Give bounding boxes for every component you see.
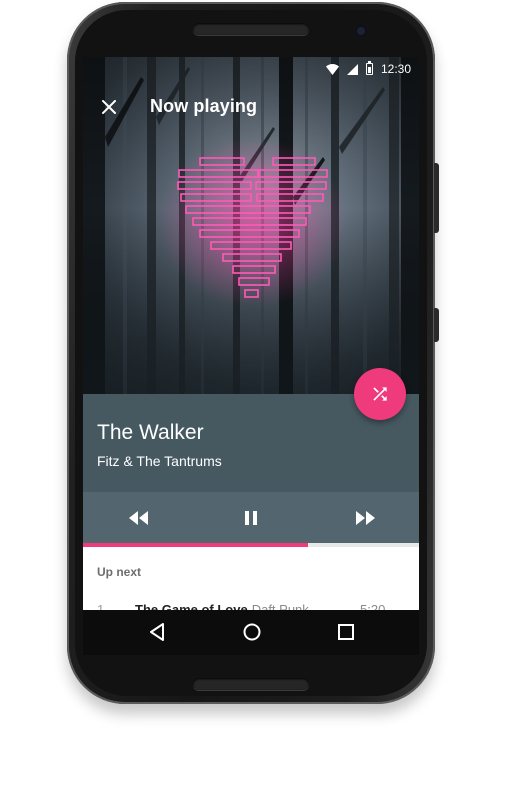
- rewind-icon: [129, 511, 148, 525]
- page-title: Now playing: [150, 96, 258, 116]
- top-speaker: [193, 23, 309, 35]
- playback-controls: [83, 492, 419, 543]
- pause-button[interactable]: [239, 506, 263, 530]
- shuffle-icon: [373, 387, 387, 401]
- close-icon: [102, 100, 116, 114]
- app-bar: Now playing: [83, 81, 419, 129]
- bottom-speaker: [193, 678, 309, 690]
- back-icon[interactable]: [148, 622, 168, 642]
- status-time: 12:30: [380, 62, 411, 76]
- home-icon[interactable]: [242, 622, 262, 642]
- track-artist: Fitz & The Tantrums: [97, 453, 222, 469]
- fast-forward-button[interactable]: [353, 506, 377, 530]
- front-camera: [355, 25, 367, 37]
- power-button: [434, 163, 439, 233]
- phone-screen: 12:30 Now playing The Walker Fitz & The …: [83, 57, 419, 655]
- volume-button: [434, 308, 439, 342]
- battery-icon: [365, 61, 373, 75]
- recents-icon[interactable]: [336, 622, 356, 642]
- status-bar: 12:30: [83, 57, 419, 81]
- fast-forward-icon: [356, 511, 375, 525]
- up-next-header: Up next: [97, 565, 142, 579]
- shuffle-button[interactable]: [354, 368, 406, 420]
- navigation-bar: [83, 610, 419, 655]
- signal-icon: [346, 63, 358, 75]
- wifi-icon: [325, 63, 339, 75]
- track-title: The Walker: [97, 421, 204, 444]
- rewind-button[interactable]: [127, 506, 151, 530]
- close-button[interactable]: [95, 93, 123, 121]
- pause-icon: [245, 511, 257, 525]
